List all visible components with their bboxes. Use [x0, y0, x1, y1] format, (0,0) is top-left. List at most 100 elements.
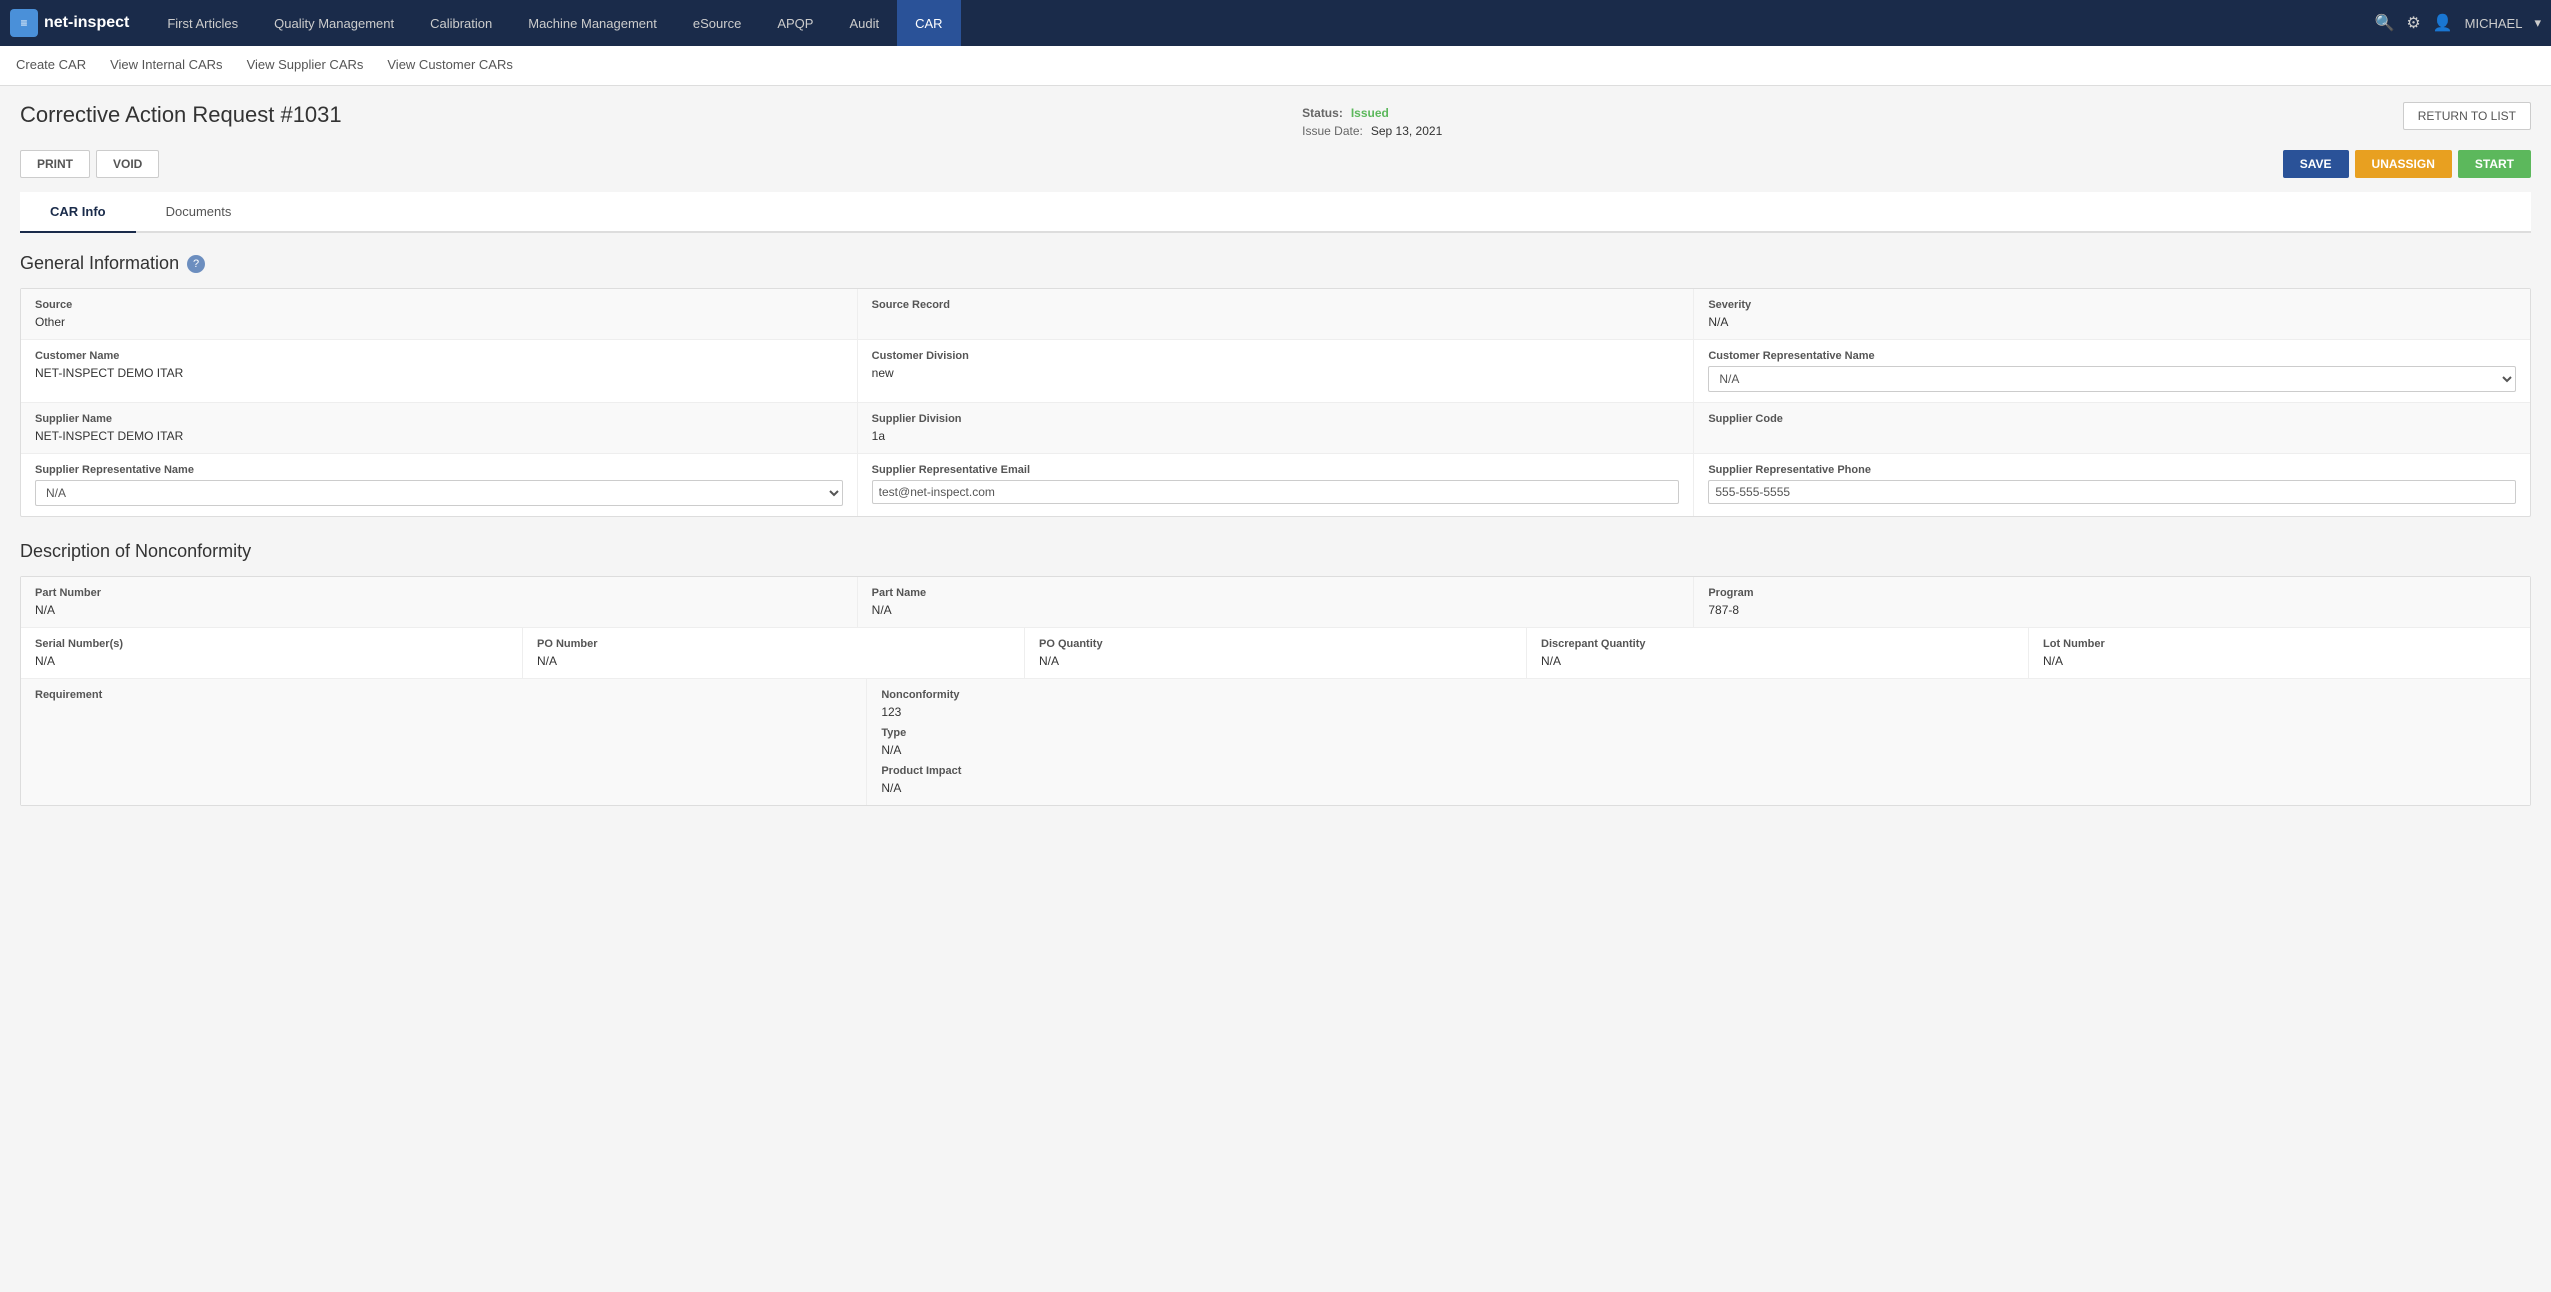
nav-apqp[interactable]: APQP [759, 0, 831, 46]
po-quantity-label: PO Quantity [1039, 638, 1512, 650]
serial-numbers-value: N/A [35, 654, 508, 668]
print-button[interactable]: PRINT [20, 150, 90, 178]
supplier-rep-phone-label: Supplier Representative Phone [1708, 464, 2516, 476]
supplier-rep-name-cell: Supplier Representative Name N/A [21, 454, 858, 516]
nav-machine-management[interactable]: Machine Management [510, 0, 675, 46]
supplier-name-cell: Supplier Name NET-INSPECT DEMO ITAR [21, 403, 858, 453]
requirement-label: Requirement [35, 689, 852, 701]
right-buttons: SAVE UNASSIGN START [2283, 150, 2531, 178]
info-row-supplier: Supplier Name NET-INSPECT DEMO ITAR Supp… [21, 403, 2530, 454]
discrepant-quantity-value: N/A [1541, 654, 2014, 668]
status-block: Status: Issued Issue Date: Sep 13, 2021 [1302, 106, 1442, 138]
tab-car-info[interactable]: CAR Info [20, 192, 136, 233]
sub-navigation: Create CAR View Internal CARs View Suppl… [0, 46, 2551, 86]
nav-car[interactable]: CAR [897, 0, 960, 46]
supplier-division-cell: Supplier Division 1a [858, 403, 1695, 453]
source-value: Other [35, 315, 843, 329]
supplier-rep-name-label: Supplier Representative Name [35, 464, 843, 476]
return-to-list-button[interactable]: RETURN TO LIST [2403, 102, 2531, 130]
customer-rep-name-cell: Customer Representative Name N/A [1694, 340, 2530, 402]
supplier-rep-name-select[interactable]: N/A [35, 480, 843, 506]
customer-rep-name-select[interactable]: N/A [1708, 366, 2516, 392]
nonconformity-title: Description of Nonconformity [20, 541, 2531, 562]
lot-number-value: N/A [2043, 654, 2516, 668]
source-record-cell: Source Record [858, 289, 1695, 339]
source-label: Source [35, 299, 843, 311]
subnav-view-internal-cars[interactable]: View Internal CARs [110, 47, 222, 84]
nonconformity-section: Description of Nonconformity Part Number… [20, 541, 2531, 806]
page-title: Corrective Action Request #1031 [20, 102, 342, 128]
main-content: Corrective Action Request #1031 Status: … [0, 86, 2551, 1292]
save-button[interactable]: SAVE [2283, 150, 2349, 178]
nonconformity-row-part: Part Number N/A Part Name N/A Program 78… [21, 577, 2530, 628]
nonconformity-row-serial: Serial Number(s) N/A PO Number N/A PO Qu… [21, 628, 2530, 679]
nav-first-articles[interactable]: First Articles [149, 0, 256, 46]
supplier-code-label: Supplier Code [1708, 413, 2516, 425]
status-label: Status: [1302, 106, 1343, 120]
customer-name-value: NET-INSPECT DEMO ITAR [35, 366, 843, 380]
program-cell: Program 787-8 [1694, 577, 2530, 627]
part-number-cell: Part Number N/A [21, 577, 858, 627]
gear-icon[interactable]: ⚙ [2406, 13, 2420, 33]
nonconformity-right-cell: Nonconformity 123 Type N/A Product Impac… [867, 679, 2530, 805]
customer-division-value: new [872, 366, 1680, 380]
nonconformity-detail-label: Nonconformity [881, 689, 2516, 701]
info-row-customer: Customer Name NET-INSPECT DEMO ITAR Cust… [21, 340, 2530, 403]
subnav-create-car[interactable]: Create CAR [16, 47, 86, 84]
nonconformity-row-requirement: Requirement Nonconformity 123 Type N/A P… [21, 679, 2530, 805]
supplier-name-value: NET-INSPECT DEMO ITAR [35, 429, 843, 443]
nav-calibration[interactable]: Calibration [412, 0, 510, 46]
page-header: Corrective Action Request #1031 Status: … [20, 102, 2531, 138]
customer-rep-name-label: Customer Representative Name [1708, 350, 2516, 362]
status-row: Status: Issued [1302, 106, 1442, 120]
supplier-rep-phone-input[interactable] [1708, 480, 2516, 504]
supplier-division-label: Supplier Division [872, 413, 1680, 425]
nav-esource[interactable]: eSource [675, 0, 759, 46]
search-icon[interactable]: 🔍 [2374, 13, 2394, 33]
tab-documents[interactable]: Documents [136, 192, 262, 233]
serial-numbers-label: Serial Number(s) [35, 638, 508, 650]
source-cell: Source Other [21, 289, 858, 339]
nav-audit[interactable]: Audit [831, 0, 897, 46]
customer-division-label: Customer Division [872, 350, 1680, 362]
void-button[interactable]: VOID [96, 150, 159, 178]
po-number-cell: PO Number N/A [523, 628, 1025, 678]
part-number-label: Part Number [35, 587, 843, 599]
supplier-rep-email-label: Supplier Representative Email [872, 464, 1680, 476]
po-quantity-value: N/A [1039, 654, 1512, 668]
supplier-rep-email-cell: Supplier Representative Email [858, 454, 1695, 516]
part-name-label: Part Name [872, 587, 1680, 599]
nav-items: First Articles Quality Management Calibr… [149, 0, 2374, 46]
user-label[interactable]: MICHAEL [2465, 16, 2523, 31]
nav-quality-management[interactable]: Quality Management [256, 0, 412, 46]
help-icon[interactable]: ? [187, 255, 205, 273]
nonconformity-detail-value: 123 [881, 705, 2516, 719]
severity-cell: Severity N/A [1694, 289, 2530, 339]
supplier-rep-email-input[interactable] [872, 480, 1680, 504]
requirement-cell: Requirement [21, 679, 867, 805]
source-record-label: Source Record [872, 299, 1680, 311]
supplier-name-label: Supplier Name [35, 413, 843, 425]
lot-number-cell: Lot Number N/A [2029, 628, 2530, 678]
info-row-source: Source Other Source Record Severity N/A [21, 289, 2530, 340]
left-buttons: PRINT VOID [20, 150, 159, 178]
action-row: PRINT VOID SAVE UNASSIGN START [20, 150, 2531, 178]
general-info-table: Source Other Source Record Severity N/A … [20, 288, 2531, 517]
serial-numbers-cell: Serial Number(s) N/A [21, 628, 523, 678]
customer-name-cell: Customer Name NET-INSPECT DEMO ITAR [21, 340, 858, 402]
subnav-view-customer-cars[interactable]: View Customer CARs [387, 47, 512, 84]
info-row-supplier-rep: Supplier Representative Name N/A Supplie… [21, 454, 2530, 516]
product-impact-label: Product Impact [881, 765, 2516, 777]
po-quantity-cell: PO Quantity N/A [1025, 628, 1527, 678]
logo-icon: ≡ [10, 9, 38, 37]
supplier-code-cell: Supplier Code [1694, 403, 2530, 453]
general-information-section: General Information ? Source Other Sourc… [20, 253, 2531, 517]
start-button[interactable]: START [2458, 150, 2531, 178]
customer-division-cell: Customer Division new [858, 340, 1695, 402]
unassign-button[interactable]: UNASSIGN [2355, 150, 2452, 178]
subnav-view-supplier-cars[interactable]: View Supplier CARs [247, 47, 364, 84]
user-icon[interactable]: 👤 [2433, 13, 2453, 33]
customer-name-label: Customer Name [35, 350, 843, 362]
discrepant-quantity-label: Discrepant Quantity [1541, 638, 2014, 650]
product-impact-value: N/A [881, 781, 2516, 795]
